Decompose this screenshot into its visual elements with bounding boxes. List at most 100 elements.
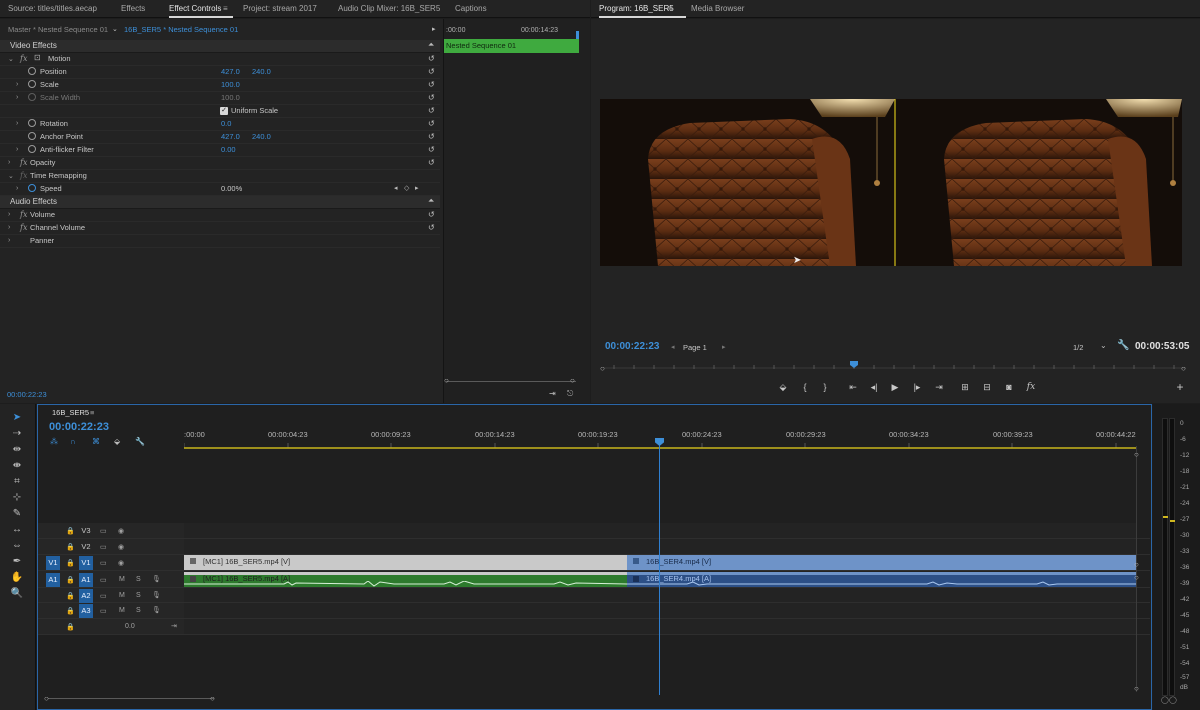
track-label-v2[interactable]: V2	[79, 540, 93, 554]
zoom-handle-left[interactable]: ○	[444, 376, 449, 385]
stopwatch-icon[interactable]	[28, 119, 36, 127]
reset-icon[interactable]: ↺	[428, 54, 435, 63]
sync-lock-icon[interactable]: ▭	[100, 527, 107, 535]
clip-v1-nested[interactable]: [MC1] 16B_SER5.mp4 [V]	[184, 555, 627, 570]
panel-menu-icon[interactable]: ≡	[223, 4, 228, 13]
slide-icon[interactable]: ⇔	[10, 540, 24, 551]
scroll-handle[interactable]: ○	[1134, 560, 1139, 569]
tab-media-browser[interactable]: Media Browser	[691, 4, 744, 13]
panel-menu-icon[interactable]: ≡	[668, 4, 673, 13]
pen-tool-icon[interactable]: ✒	[10, 556, 24, 567]
fx-icon[interactable]: fx	[20, 223, 27, 232]
ec-current-time[interactable]: 00:00:22:23	[7, 390, 47, 399]
microphone-icon[interactable]: 🎙	[152, 606, 161, 614]
microphone-icon[interactable]: 🎙	[152, 591, 161, 599]
tab-audio-clip-mixer[interactable]: Audio Clip Mixer: 16B_SER5	[338, 4, 440, 13]
tab-source[interactable]: Source: titles/titles.aecap	[8, 4, 97, 13]
twirl-right-icon[interactable]: ›	[16, 81, 18, 88]
ec-clip-bar[interactable]: Nested Sequence 01	[444, 39, 579, 53]
sequence-clip-label[interactable]: 16B_SER5 * Nested Sequence 01	[124, 25, 238, 34]
lock-icon[interactable]: 🔒	[66, 592, 75, 600]
stopwatch-icon[interactable]	[28, 145, 36, 153]
slip-tool-icon[interactable]: ⊹	[10, 492, 24, 503]
reset-icon[interactable]: ↺	[428, 158, 435, 167]
speed-value[interactable]: 0.00%	[221, 184, 242, 193]
solo-button[interactable]: S	[136, 607, 141, 614]
ec-zoom-scroll[interactable]	[446, 381, 576, 382]
wrench-icon[interactable]: 🔧	[1117, 340, 1129, 351]
play-icon[interactable]: ▶	[888, 382, 902, 393]
master-clip-label[interactable]: Master * Nested Sequence 01	[8, 25, 108, 34]
zoom-handle-right[interactable]: ○	[570, 376, 575, 385]
go-to-in-icon[interactable]: ⇤	[846, 382, 860, 393]
scrubber-handle-left[interactable]: ○	[600, 364, 605, 373]
twirl-right-icon[interactable]: ›	[8, 224, 10, 231]
stopwatch-icon[interactable]	[28, 80, 36, 88]
clip-v1-ser4[interactable]: 16B_SER4.mp4 [V]	[627, 555, 1136, 570]
step-back-icon[interactable]: ◂|	[867, 382, 881, 393]
rolling-edit-icon[interactable]: ⇼	[10, 460, 24, 471]
ec-mini-timeline[interactable]: :00:00 00:00:14:23 Nested Sequence 01 ○ …	[443, 19, 590, 403]
camera-icon[interactable]: ◙	[1002, 382, 1016, 392]
chevron-down-icon[interactable]: ⌄	[1100, 341, 1107, 350]
add-marker-icon[interactable]: ⬙	[114, 437, 120, 446]
next-keyframe-icon[interactable]: ▸	[415, 184, 419, 192]
panner-row[interactable]: › Panner	[0, 235, 440, 248]
program-video-frame[interactable]: ➤	[600, 99, 1182, 266]
timeline-tab[interactable]: 16B_SER5	[52, 408, 89, 417]
uniform-scale-checkbox[interactable]: ✓	[220, 107, 228, 115]
reset-icon[interactable]: ↺	[428, 223, 435, 232]
mark-out-icon[interactable]: }	[818, 382, 832, 392]
track-label-a1[interactable]: A1	[79, 573, 93, 587]
anti-flicker-value[interactable]: 0.00	[221, 145, 236, 154]
twirl-right-icon[interactable]: ›	[8, 237, 10, 244]
reset-icon[interactable]: ↺	[428, 80, 435, 89]
stopwatch-icon[interactable]	[28, 132, 36, 140]
prev-keyframe-icon[interactable]: ◂	[394, 184, 398, 192]
microphone-icon[interactable]: 🎙	[152, 575, 161, 583]
extract-icon[interactable]: ⊟	[980, 382, 994, 393]
tab-project[interactable]: Project: stream 2017	[243, 4, 317, 13]
anchor-x-value[interactable]: 427.0	[221, 132, 240, 141]
channel-volume-row[interactable]: › fx Channel Volume ↺	[0, 222, 440, 235]
position-x-value[interactable]: 427.0	[221, 67, 240, 76]
stopwatch-icon[interactable]	[28, 67, 36, 75]
source-patch-a1[interactable]: A1	[46, 573, 60, 587]
eye-icon[interactable]: ◉	[118, 543, 124, 551]
lock-icon[interactable]: 🔒	[66, 607, 75, 615]
transform-icon[interactable]: ⊡	[34, 53, 41, 62]
scrubber-handle-right[interactable]: ○	[1181, 364, 1186, 373]
track-label-a2[interactable]: A2	[79, 589, 93, 603]
collapse-icon[interactable]: ⏶	[428, 40, 434, 50]
track-select-icon[interactable]: ⇢	[10, 428, 24, 439]
tab-program[interactable]: Program: 16B_SER5	[599, 4, 686, 18]
reset-icon[interactable]: ↺	[428, 67, 435, 76]
sync-lock-icon[interactable]: ▭	[100, 576, 107, 584]
reset-icon[interactable]: ↺	[428, 145, 435, 154]
twirl-down-icon[interactable]: ⌄	[8, 55, 14, 63]
resolution-select[interactable]: 1/2	[1073, 343, 1083, 352]
tab-effects[interactable]: Effects	[121, 4, 145, 13]
motion-row[interactable]: ⌄ fx ⊡ Motion ↺	[0, 53, 440, 66]
nest-toggle-icon[interactable]: ⁂	[50, 437, 58, 446]
scroll-handle[interactable]: ○	[44, 694, 49, 703]
track-label-v3[interactable]: V3	[79, 524, 93, 538]
mark-in-icon[interactable]: {	[798, 382, 812, 392]
twirl-right-icon[interactable]: ›	[8, 211, 10, 218]
panel-menu-icon[interactable]: ≡	[90, 408, 94, 417]
volume-row[interactable]: › fx Volume ↺	[0, 209, 440, 222]
solo-right-icon[interactable]: ◯	[1169, 696, 1177, 704]
chevron-down-icon[interactable]: ⌄	[112, 25, 118, 33]
twirl-right-icon[interactable]: ›	[8, 159, 10, 166]
sync-lock-icon[interactable]: ▭	[100, 607, 107, 615]
mute-button[interactable]: M	[119, 592, 125, 599]
go-to-out-icon[interactable]: ⇥	[932, 382, 946, 393]
selection-tool-icon[interactable]: ➤	[10, 412, 24, 423]
reset-icon[interactable]: ↺	[428, 119, 435, 128]
horizontal-scrollbar[interactable]	[48, 698, 214, 699]
program-scrubber[interactable]	[604, 360, 1186, 372]
anti-flicker-row[interactable]: › Anti-flicker Filter 0.00 ↺	[0, 144, 440, 157]
mute-button[interactable]: M	[119, 576, 125, 583]
marker-icon[interactable]: ⬙	[776, 382, 790, 393]
anchor-point-row[interactable]: Anchor Point 427.0 240.0 ↺	[0, 131, 440, 144]
